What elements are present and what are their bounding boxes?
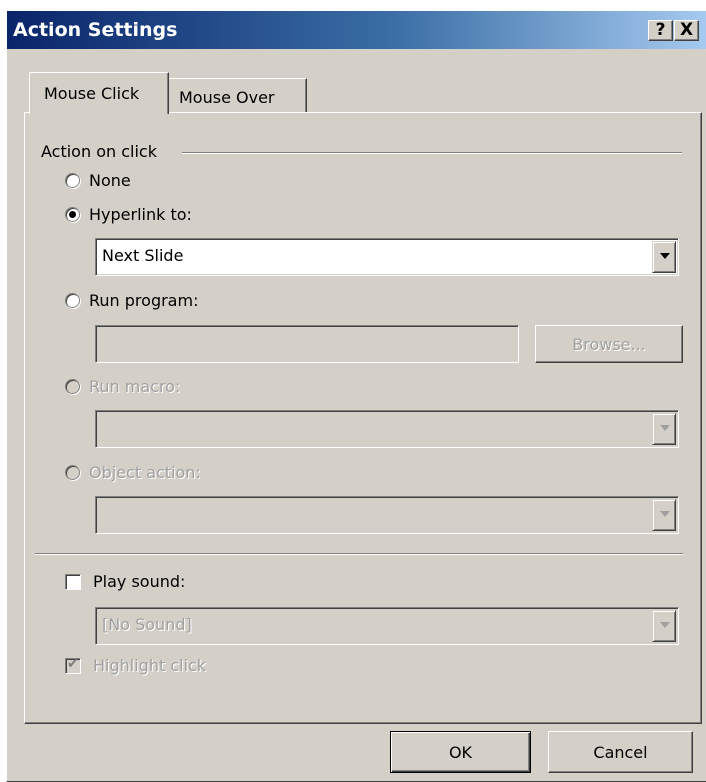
hyperlink-select[interactable]: Next Slide	[95, 238, 679, 276]
group-label-action-on-click: Action on click	[41, 142, 163, 161]
none-label: None	[89, 171, 131, 190]
play-sound-value: [No Sound]	[102, 615, 192, 634]
hyperlink-label: Hyperlink to:	[89, 205, 192, 224]
window-title: Action Settings	[13, 19, 178, 41]
run-macro-label: Run macro:	[89, 377, 181, 396]
tab-mouse-click[interactable]: Mouse Click	[29, 72, 169, 114]
group-divider	[182, 152, 682, 154]
tab-label: Mouse Over	[179, 88, 275, 107]
ok-label: OK	[448, 743, 473, 762]
run-program-input[interactable]	[95, 325, 519, 363]
chevron-down-icon[interactable]	[652, 241, 676, 273]
checkmark-icon: ✔	[67, 656, 79, 672]
close-button[interactable]: X	[674, 20, 699, 41]
browse-button[interactable]: Browse...	[535, 325, 683, 363]
browse-label: Browse...	[572, 335, 646, 354]
run-program-radio[interactable]	[65, 293, 80, 308]
object-action-radio[interactable]	[65, 465, 80, 480]
object-action-select[interactable]	[95, 496, 679, 534]
chevron-down-icon[interactable]	[652, 610, 676, 642]
tab-mouse-over[interactable]: Mouse Over	[169, 78, 307, 112]
chevron-down-icon[interactable]	[652, 413, 676, 445]
tab-label: Mouse Click	[44, 84, 140, 103]
highlight-click-checkbox[interactable]: ✔	[65, 656, 81, 674]
section-divider	[35, 553, 683, 555]
play-sound-checkbox[interactable]	[65, 574, 81, 590]
object-action-label: Object action:	[89, 463, 201, 482]
play-sound-label: Play sound:	[93, 572, 186, 591]
hyperlink-radio[interactable]	[65, 207, 80, 222]
play-sound-select[interactable]: [No Sound]	[95, 607, 679, 645]
cancel-button[interactable]: Cancel	[548, 731, 693, 773]
none-radio[interactable]	[65, 173, 80, 188]
cancel-label: Cancel	[593, 743, 648, 762]
ok-button[interactable]: OK	[390, 731, 531, 773]
chevron-down-icon[interactable]	[652, 499, 676, 531]
help-button[interactable]: ?	[648, 20, 673, 41]
run-macro-radio[interactable]	[65, 379, 80, 394]
title-bar[interactable]: Action Settings ? X	[7, 11, 706, 49]
run-macro-select[interactable]	[95, 410, 679, 448]
highlight-click-label: Highlight click	[93, 656, 207, 675]
hyperlink-value: Next Slide	[102, 246, 184, 265]
action-settings-dialog: Action Settings ? X Mouse Click Mouse Ov…	[6, 10, 706, 782]
run-program-label: Run program:	[89, 291, 199, 310]
